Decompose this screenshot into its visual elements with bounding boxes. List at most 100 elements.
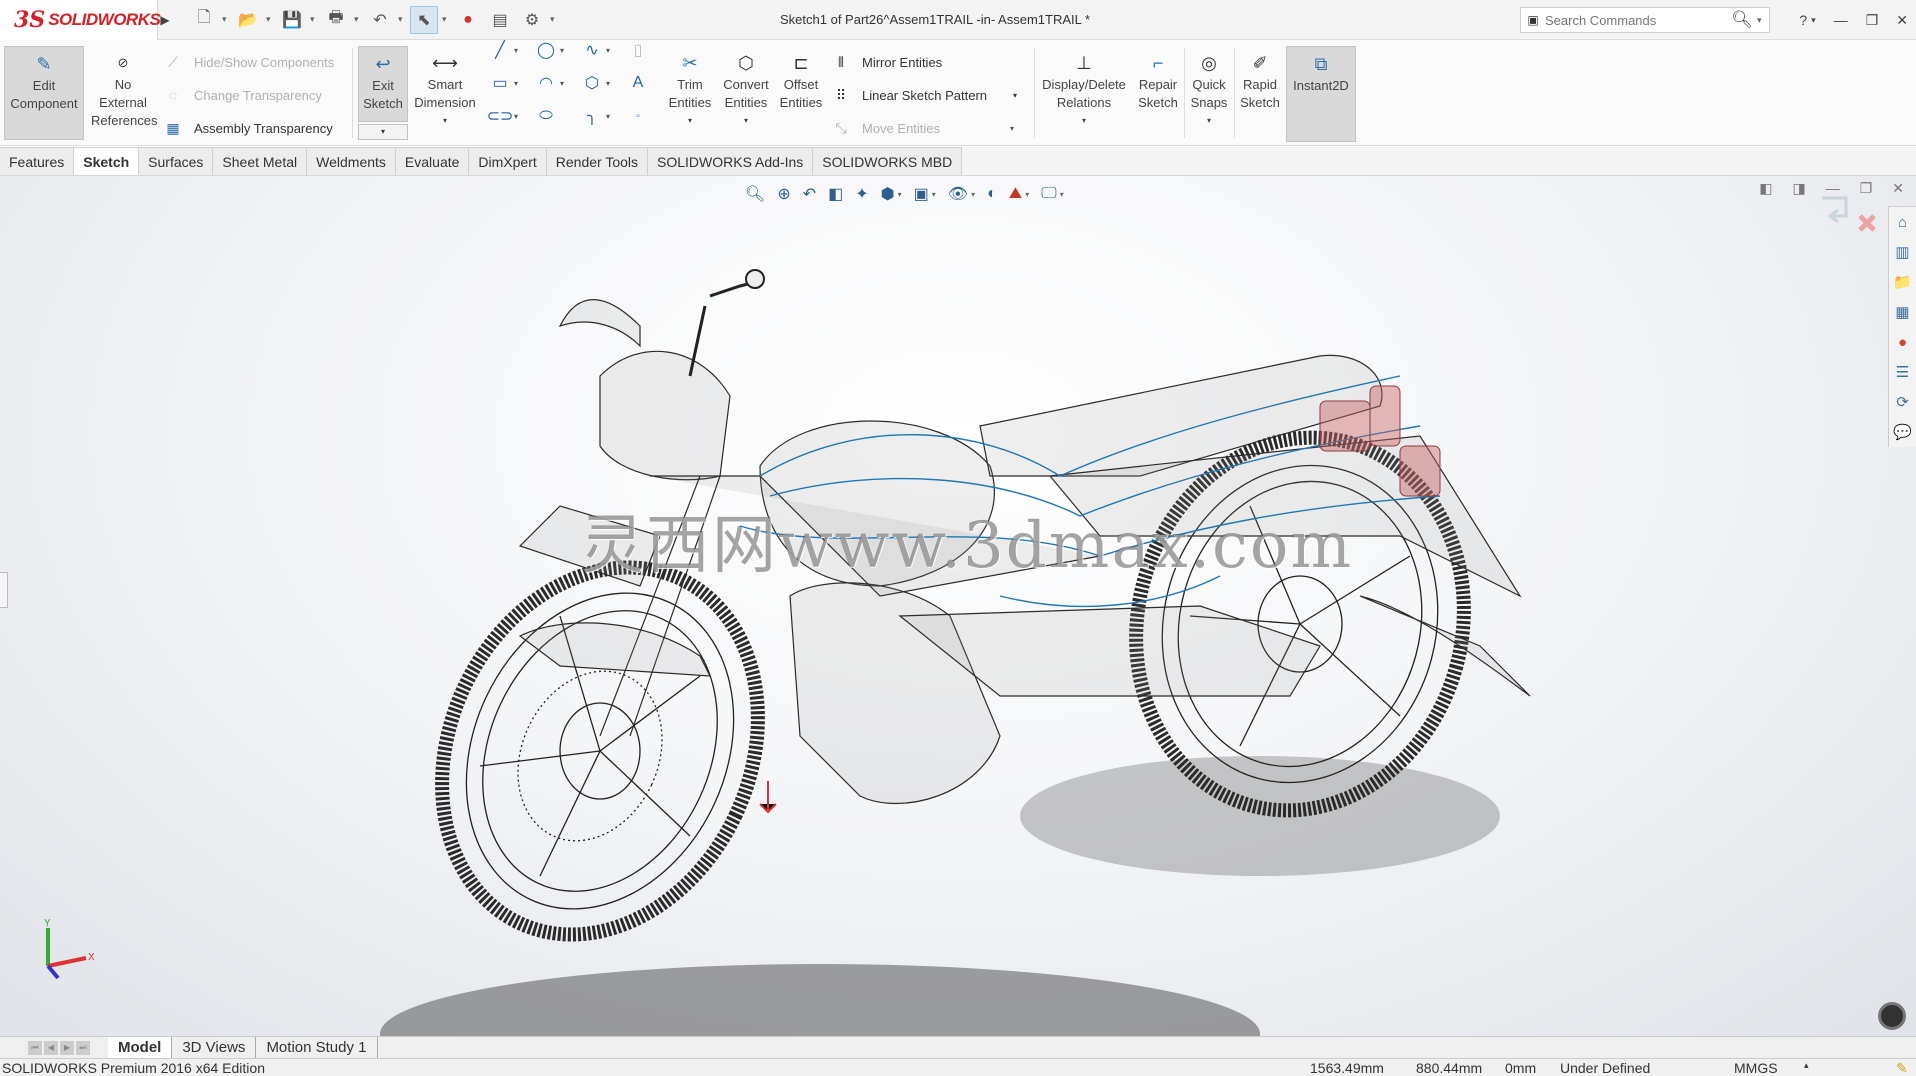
tab-evaluate[interactable]: Evaluate <box>395 147 470 175</box>
file-properties-icon[interactable]: ▤ <box>486 6 514 34</box>
polygon-tool-icon[interactable]: ⬡ <box>582 73 602 93</box>
new-dropdown-icon[interactable]: ▾ <box>222 14 230 25</box>
slot-dropdown-icon[interactable]: ▾ <box>514 112 518 121</box>
minimize-icon[interactable]: — <box>1834 12 1848 28</box>
circle-dropdown-icon[interactable]: ▾ <box>560 46 564 55</box>
fillet-tool-icon[interactable]: ╮ <box>582 106 602 126</box>
relations-dropdown-icon[interactable]: ▾ <box>1082 112 1086 130</box>
tab-dimxpert[interactable]: DimXpert <box>469 147 547 175</box>
tab-weldments[interactable]: Weldments <box>307 147 396 175</box>
undo-dropdown-icon[interactable]: ▾ <box>398 14 406 25</box>
convert-entities-label: Convert Entities <box>723 77 769 110</box>
tab-motion-study-1[interactable]: Motion Study 1 <box>256 1036 378 1059</box>
move-entities-button[interactable]: ⤡ Move Entities ▾ <box>832 116 1014 140</box>
no-external-references-button[interactable]: ⊘ No External References <box>88 46 158 140</box>
search-commands-box[interactable]: ▣ 🔍︎ ▾ <box>1520 7 1770 33</box>
units-dropdown-icon[interactable]: ▴ <box>1804 1060 1809 1071</box>
circle-tool-icon[interactable]: ◯ <box>536 40 556 60</box>
tab-surfaces[interactable]: Surfaces <box>139 147 214 175</box>
mirror-entities-button[interactable]: ⫴ Mirror Entities <box>832 50 942 74</box>
open-folder-icon[interactable]: 📂 <box>234 6 262 34</box>
trim-entities-button[interactable]: ✂ Trim Entities ▾ <box>662 46 718 140</box>
prev-tab-arrow-icon[interactable]: ◀ <box>44 1040 58 1055</box>
linear-sketch-pattern-button[interactable]: ⠿ Linear Sketch Pattern ▾ <box>832 83 1017 107</box>
rectangle-dropdown-icon[interactable]: ▾ <box>514 79 518 88</box>
close-icon[interactable]: ✕ <box>1896 12 1908 29</box>
convert-dropdown-icon[interactable]: ▾ <box>744 112 748 130</box>
slot-tool-icon[interactable]: ⊂⊃ <box>487 106 514 126</box>
tab-3d-views[interactable]: 3D Views <box>172 1036 257 1059</box>
tab-solidworks-mbd[interactable]: SOLIDWORKS MBD <box>813 147 963 175</box>
search-icon[interactable]: 🔍︎ <box>1727 10 1757 30</box>
menu-expand-arrow-icon[interactable]: ▶ <box>158 0 172 40</box>
print-icon[interactable]: 🖶 <box>322 6 350 34</box>
linear-pattern-dropdown-icon[interactable]: ▾ <box>1013 91 1017 100</box>
select-dropdown-icon[interactable]: ▾ <box>442 14 450 25</box>
tab-features[interactable]: Features <box>0 147 75 175</box>
hide-show-components-button[interactable]: ⟋ Hide/Show Components <box>164 50 334 74</box>
status-notification-icon[interactable]: ✎ <box>1896 1060 1908 1076</box>
search-input[interactable] <box>1545 12 1727 28</box>
rapid-sketch-button[interactable]: ✐ Rapid Sketch <box>1236 46 1284 140</box>
spline-dropdown-icon[interactable]: ▾ <box>606 46 610 55</box>
convert-entities-button[interactable]: ⬡ Convert Entities ▾ <box>718 46 774 140</box>
open-dropdown-icon[interactable]: ▾ <box>266 14 274 25</box>
polygon-dropdown-icon[interactable]: ▾ <box>606 79 610 88</box>
smart-dimension-dropdown-icon[interactable]: ▾ <box>443 112 447 130</box>
help-button[interactable]: ? <box>1799 12 1807 28</box>
change-transparency-button[interactable]: ◌ Change Transparency <box>164 83 322 107</box>
arc-tool-icon[interactable]: ◠ <box>536 73 556 93</box>
smart-dimension-button[interactable]: ⟷ Smart Dimension ▾ <box>412 46 478 140</box>
spline-tool-icon[interactable]: ∿ <box>582 40 602 60</box>
save-dropdown-icon[interactable]: ▾ <box>310 14 318 25</box>
first-tab-arrow-icon[interactable]: ⏮ <box>28 1040 42 1055</box>
tab-sketch[interactable]: Sketch <box>74 147 140 175</box>
tab-model[interactable]: Model <box>108 1036 173 1059</box>
solidworks-logo[interactable]: 3S SOLIDWORKS <box>0 0 161 40</box>
command-prompt-icon[interactable]: ▣ <box>1521 13 1545 27</box>
assembly-transparency-button[interactable]: ▦ Assembly Transparency <box>164 116 332 140</box>
repair-sketch-button[interactable]: ⌐ Repair Sketch <box>1134 46 1182 140</box>
trim-dropdown-icon[interactable]: ▾ <box>688 112 692 130</box>
save-icon[interactable]: 💾 <box>278 6 306 34</box>
sketch-text-icon[interactable]: A <box>628 73 648 93</box>
search-dropdown-icon[interactable]: ▾ <box>1757 15 1769 26</box>
exit-sketch-button[interactable]: ↩ Exit Sketch <box>358 46 408 122</box>
print-dropdown-icon[interactable]: ▾ <box>354 14 362 25</box>
edit-component-button[interactable]: ✎ Edit Component <box>4 46 84 140</box>
fillet-dropdown-icon[interactable]: ▾ <box>606 112 610 121</box>
new-document-icon[interactable]: 🗋 <box>190 6 218 34</box>
text-tool-disabled-icon[interactable]: ▯ <box>628 40 648 60</box>
units-selector[interactable]: MMGS <box>1734 1060 1778 1076</box>
tab-solidworks-add-ins[interactable]: SOLIDWORKS Add-Ins <box>648 147 814 175</box>
exit-sketch-dropdown-icon[interactable]: ▾ <box>358 124 408 140</box>
reference-triad[interactable]: Y X <box>30 916 100 986</box>
next-tab-arrow-icon[interactable]: ▶ <box>60 1040 74 1055</box>
view-selector-icon[interactable] <box>1878 1002 1906 1030</box>
graphics-area[interactable]: 🔍︎ ⊕ ↶ ◧ ✦ ⬢ ▾ ▣ ▾ 👁 ▾ ◐ ⛰ ▾ 🖵 ▾ ◧ ◨ — ❐ ✕ ⌂ … <box>0 176 1916 1036</box>
help-dropdown-icon[interactable]: ▾ <box>1811 15 1816 26</box>
move-dropdown-icon[interactable]: ▾ <box>1010 124 1014 133</box>
offset-entities-button[interactable]: ⊏ Offset Entities <box>776 46 826 140</box>
point-tool-icon[interactable]: ▫ <box>628 106 648 126</box>
instant2d-button[interactable]: ⧉ Instant2D <box>1286 46 1356 142</box>
quick-snaps-dropdown-icon[interactable]: ▾ <box>1207 112 1211 130</box>
options-gear-icon[interactable]: ⚙ <box>518 6 546 34</box>
display-delete-relations-button[interactable]: ⊥ Display/Delete Relations ▾ <box>1038 46 1130 140</box>
quick-snaps-button[interactable]: ◎ Quick Snaps ▾ <box>1186 46 1232 140</box>
restore-icon[interactable]: ❐ <box>1866 12 1879 29</box>
select-pointer-icon[interactable]: ⬉ <box>410 5 438 34</box>
line-tool-icon[interactable]: ╱ <box>490 40 510 60</box>
tab-render-tools[interactable]: Render Tools <box>546 147 649 175</box>
rebuild-traffic-light-icon[interactable]: ● <box>454 6 482 34</box>
line-dropdown-icon[interactable]: ▾ <box>514 46 518 55</box>
rectangle-tool-icon[interactable]: ▭ <box>490 73 510 93</box>
motorcycle-model-wireframe[interactable] <box>0 176 1916 1036</box>
ellipse-tool-icon[interactable]: ⬭ <box>536 106 556 126</box>
origin-marker <box>759 781 777 814</box>
arc-dropdown-icon[interactable]: ▾ <box>560 79 564 88</box>
undo-icon[interactable]: ↶ <box>366 6 394 34</box>
tab-sheet-metal[interactable]: Sheet Metal <box>213 147 308 175</box>
options-dropdown-icon[interactable]: ▾ <box>550 14 558 25</box>
last-tab-arrow-icon[interactable]: ⏭ <box>76 1040 90 1055</box>
